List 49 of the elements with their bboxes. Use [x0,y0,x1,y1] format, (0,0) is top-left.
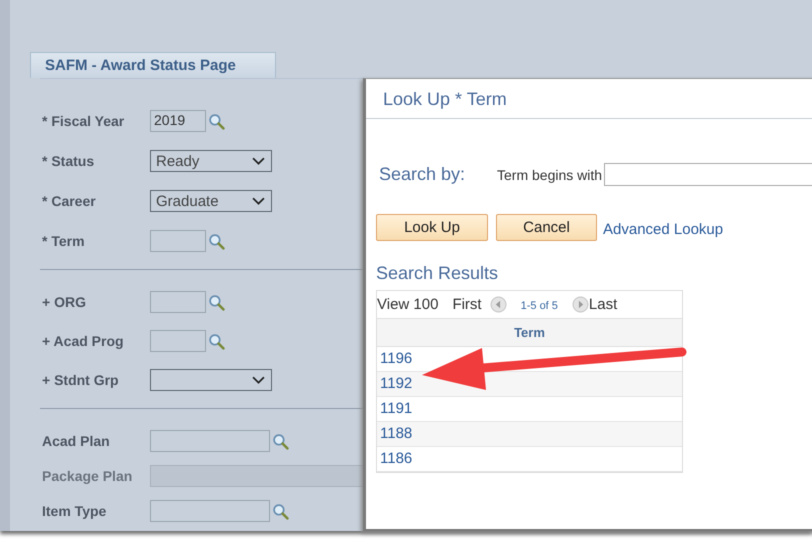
field-label: Package Plan [41,468,134,484]
input-field[interactable] [604,163,812,186]
page-tab[interactable]: SAFM - Award Status Page [30,52,276,78]
field-label: Item Type [41,503,108,519]
input-field[interactable] [150,230,206,252]
search-icon[interactable] [208,112,225,130]
input-field[interactable] [150,330,206,352]
search-icon[interactable] [272,432,289,450]
chevron-down-icon [252,376,265,384]
last-link[interactable]: Last [588,296,618,313]
field-label: + Stdnt Grp [41,372,120,388]
field-label: * Fiscal Year [41,113,126,129]
result-link[interactable]: 1192 [380,375,412,392]
field-label: * Term [41,233,86,249]
input-field[interactable] [150,500,270,522]
view-100-link[interactable]: View 100 [377,296,438,313]
dropdown[interactable]: Ready [150,150,272,172]
results-title: Search Results [376,263,500,284]
result-link[interactable]: 1191 [380,400,412,417]
dialog-button[interactable]: Look Up [376,214,488,241]
search-icon[interactable] [208,294,225,310]
next-icon[interactable] [572,296,589,313]
first-link[interactable]: First [452,296,482,313]
field-label: * Career [41,193,97,209]
dialog-button[interactable]: Cancel [496,214,597,241]
field-label: + Acad Prog [41,333,125,349]
advanced-lookup-link[interactable]: Advanced Lookup [603,220,724,238]
input-field[interactable]: 2019 [150,110,206,132]
field-label: + ORG [41,294,87,310]
chevron-down-icon [252,156,265,166]
field-label: * Status [41,153,96,169]
search-by-label: Search by: [379,164,466,185]
input-field[interactable] [150,291,206,313]
dialog-title: Look Up * Term [366,79,812,119]
previous-icon[interactable] [490,296,507,313]
column-header: Term [377,319,682,347]
search-icon[interactable] [208,232,225,250]
result-link[interactable]: 1188 [380,425,412,442]
result-link[interactable]: 1186 [380,450,412,467]
dropdown[interactable] [150,369,272,391]
search-icon[interactable] [208,332,225,350]
field-label: Acad Plan [41,433,111,449]
field-label: Term begins with [497,166,602,182]
input-field[interactable] [150,430,270,452]
dropdown[interactable]: Graduate [150,190,272,212]
result-link[interactable]: 1196 [380,350,412,367]
search-icon[interactable] [272,502,289,520]
chevron-down-icon [252,196,265,206]
range-count: 1-5 of 5 [520,300,558,312]
